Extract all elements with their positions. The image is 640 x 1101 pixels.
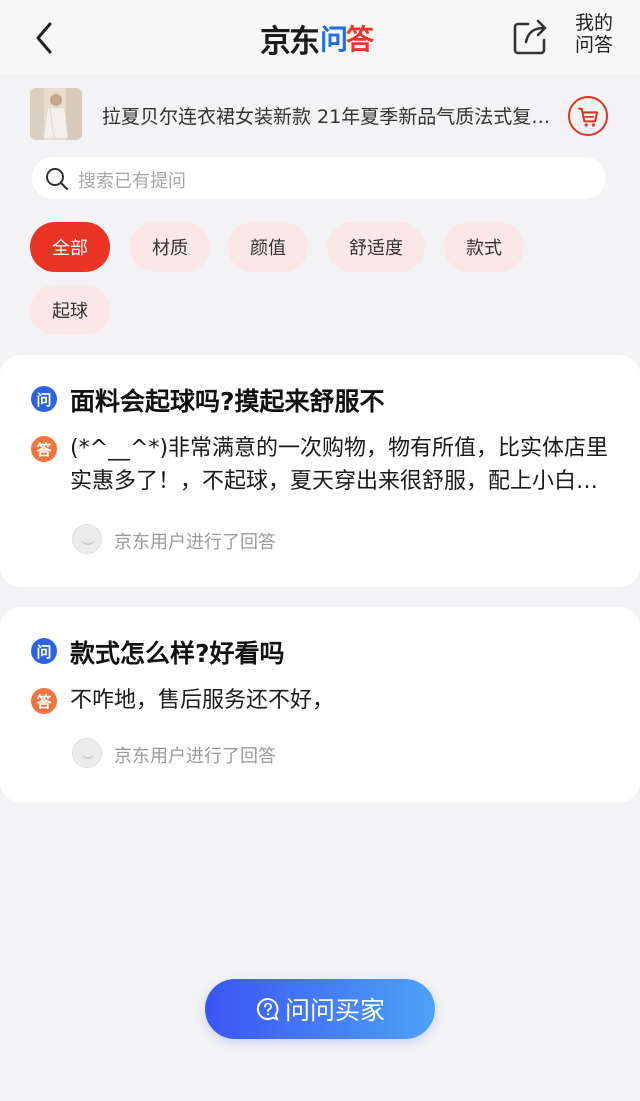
filter-chip-label: 全部 [52,238,88,259]
filter-chip-label: 颜值 [250,238,286,259]
search-input[interactable]: 搜索已有提问 [32,157,606,199]
answer-text: 不咋地，售后服务还不好， [70,688,335,713]
logo-text-wen: 问 [320,23,348,56]
chat-question-icon [256,997,279,1021]
answerer-label: 京东用户进行了回答 [114,532,276,553]
my-qa-line2: 问答 [574,34,613,56]
qa-card[interactable]: 问 面料会起球吗?摸起来舒服不 答 (*^__^*)非常满意的一次购物，物有所值… [0,355,640,587]
product-row[interactable]: 拉夏贝尔连衣裙女装新款 21年夏季新品气质法式复古连衣裙 [0,74,640,156]
jd-qa-logo: 京东 问 答 [260,18,374,60]
share-icon[interactable] [510,16,552,58]
question-badge-icon: 问 [31,638,57,664]
logo-text-da: 答 [346,23,374,56]
my-qa-link[interactable]: 我的 问答 [566,12,622,56]
answerer-label: 京东用户进行了回答 [114,746,276,767]
question-text: 面料会起球吗?摸起来舒服不 [70,387,385,416]
filter-chip-style[interactable]: 款式 [444,222,524,272]
top-nav-bar: 京东 问 答 我的 问答 [0,0,640,74]
user-avatar [72,738,102,768]
filter-chip-label: 材质 [152,238,188,259]
filter-chip-all[interactable]: 全部 [30,222,110,272]
filter-chip-material[interactable]: 材质 [130,222,210,272]
product-thumbnail [30,88,82,140]
filter-chip-label: 舒适度 [349,238,403,259]
question-badge-icon: 问 [31,386,57,412]
qa-card[interactable]: 问 款式怎么样?好看吗 答 不咋地，售后服务还不好， 京东用户进行了回答 [0,607,640,802]
my-qa-line1: 我的 [574,12,613,34]
filter-chip-comfort[interactable]: 舒适度 [327,222,425,272]
answer-badge-icon: 答 [31,436,57,462]
filter-chip-label: 起球 [52,301,88,322]
question-text: 款式怎么样?好看吗 [70,639,285,668]
filter-chip-pilling[interactable]: 起球 [30,285,110,335]
ask-buyers-label: 问问买家 [284,996,385,1025]
answer-badge-icon: 答 [31,688,57,714]
logo-text-jd: 京东 [260,23,320,60]
back-arrow-icon[interactable] [26,16,66,60]
ask-buyers-button[interactable]: 问问买家 [205,979,435,1039]
filter-chip-label: 款式 [466,238,502,259]
search-placeholder: 搜索已有提问 [78,171,186,192]
user-avatar [72,524,102,554]
filter-chip-looks[interactable]: 颜值 [228,222,308,272]
cart-icon[interactable] [568,96,608,136]
answer-text: (*^__^*)非常满意的一次购物，物有所值，比实体店里实惠多了！，不起球，夏天… [70,436,609,494]
search-icon [46,168,69,191]
product-title: 拉夏贝尔连衣裙女装新款 21年夏季新品气质法式复古连衣裙 [102,106,552,128]
